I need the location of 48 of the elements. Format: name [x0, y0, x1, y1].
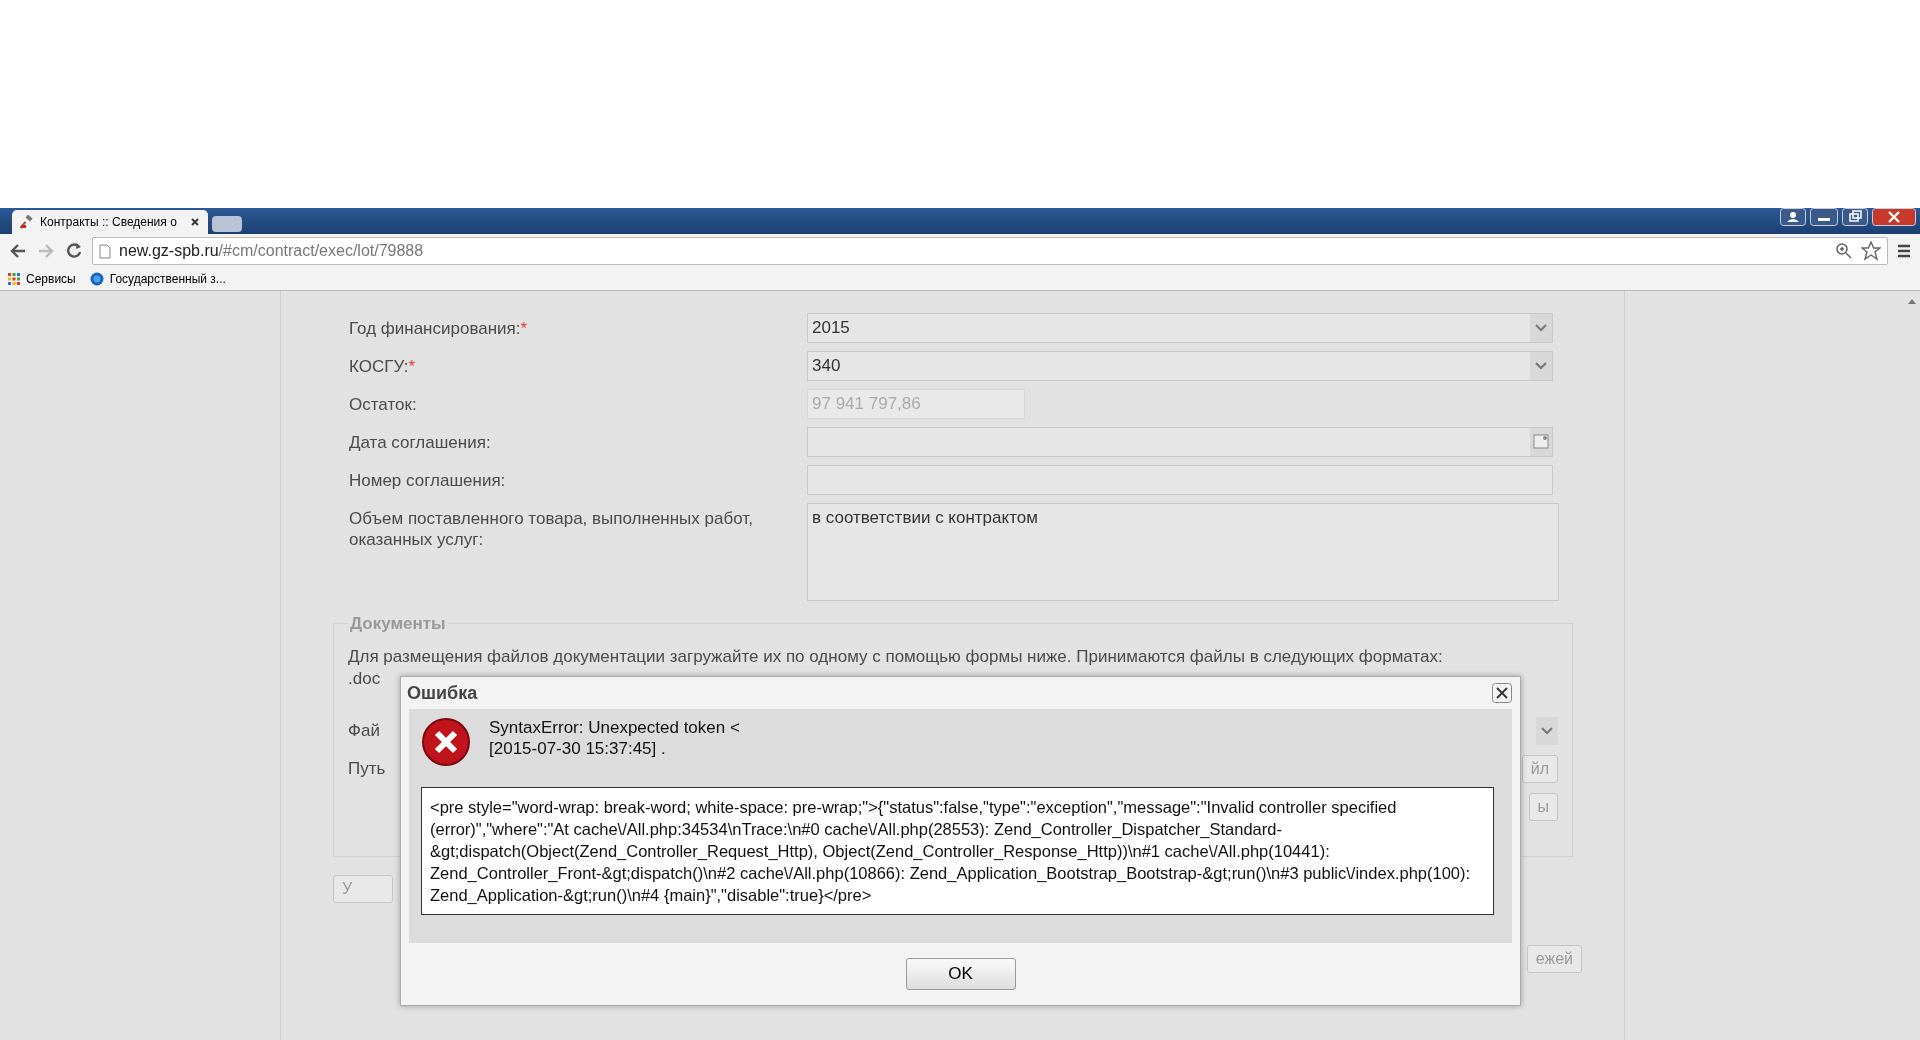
- field-label: Объем поставленного товара, выполненных работ, оказанных услуг:: [349, 509, 753, 549]
- field-label: Номер соглашения:: [349, 471, 506, 490]
- minimize-icon[interactable]: [1810, 208, 1838, 226]
- new-tab-button[interactable]: [212, 216, 242, 232]
- close-window-icon[interactable]: [1872, 208, 1916, 226]
- globe-icon: [89, 272, 104, 286]
- date-field[interactable]: [807, 427, 1553, 457]
- error-details: <pre style="word-wrap: break-word; white-space: pre-wrap;">{"status":false,"type":"exception","message":"Invalid controller specified (error)","where":"At cache\/All.php:34534\nTrace:\n#0 cache\/All.php(28553): Zend_Controller_Dispatcher_Standard-&gt;dispatch(Object(Zend_Controller_Request_Http), Object(Zend_Controller_Response_Http))\n#1 cache\/All.php(10441): Zend_Controller_Front-&gt;dispatch()\n#2 cache\/All.php(10866): Zend_Application_Bootstrap_Bootstrap-&gt;run()\n#3 public\/index.php(100): Zend_Application-&gt;run()\n#4 {main}","disable":true}</pre>: [421, 787, 1494, 915]
- close-icon[interactable]: [190, 217, 200, 227]
- instructions-text: Для размещения файлов документации загружайте их по одному с помощью формы ниже. Принимаются файлы в следующих форматах:: [348, 646, 1444, 668]
- error-icon: [421, 717, 471, 767]
- browser-tab[interactable]: Контракты :: Сведения о: [12, 210, 208, 234]
- field-label: Фай: [348, 721, 380, 741]
- field-label: Год финансирования:: [349, 319, 521, 338]
- tab-title: Контракты :: Сведения о: [40, 215, 178, 229]
- error-message: [2015-07-30 15:37:45] .: [489, 738, 667, 759]
- scroll-up-icon[interactable]: [1907, 297, 1917, 305]
- required-mark: *: [408, 357, 416, 376]
- page-icon: [99, 243, 111, 259]
- input-field[interactable]: [807, 465, 1553, 495]
- field-label: Путь: [348, 759, 386, 779]
- select-field[interactable]: 340: [807, 351, 1553, 381]
- required-mark: *: [520, 319, 528, 338]
- group-legend: Документы: [348, 614, 448, 634]
- address-field[interactable]: new.gz-spb.ru/#cm/contract/exec/lot/79888: [92, 237, 1888, 265]
- zoom-icon[interactable]: [1835, 242, 1853, 260]
- gavel-icon: [20, 215, 34, 229]
- select-field[interactable]: 2015: [807, 313, 1553, 343]
- text-area[interactable]: в соответствии с контрактом: [807, 503, 1559, 601]
- dropdown-icon: [1530, 352, 1552, 380]
- reload-icon[interactable]: [64, 241, 84, 261]
- menu-icon[interactable]: [1896, 243, 1912, 259]
- ok-button[interactable]: OK: [905, 958, 1016, 990]
- user-icon[interactable]: [1780, 208, 1806, 226]
- dropdown-icon: [1530, 314, 1552, 342]
- dropdown-icon[interactable]: [1536, 717, 1558, 745]
- field-label: Дата соглашения:: [349, 433, 491, 452]
- star-icon[interactable]: [1861, 241, 1881, 261]
- restore-icon[interactable]: [1842, 208, 1868, 226]
- field-label: КОСГУ:: [349, 357, 409, 376]
- bookmark[interactable]: Государственный з...: [89, 272, 226, 286]
- bookmark[interactable]: Сервисы: [8, 272, 76, 286]
- close-icon[interactable]: [1492, 683, 1512, 703]
- dialog-title: Ошибка: [407, 682, 478, 704]
- error-message: SyntaxError: Unexpected token <: [489, 717, 740, 738]
- formats-text: .doc: [348, 668, 382, 690]
- field-label: Остаток:: [349, 395, 417, 414]
- apps-icon: [8, 273, 20, 285]
